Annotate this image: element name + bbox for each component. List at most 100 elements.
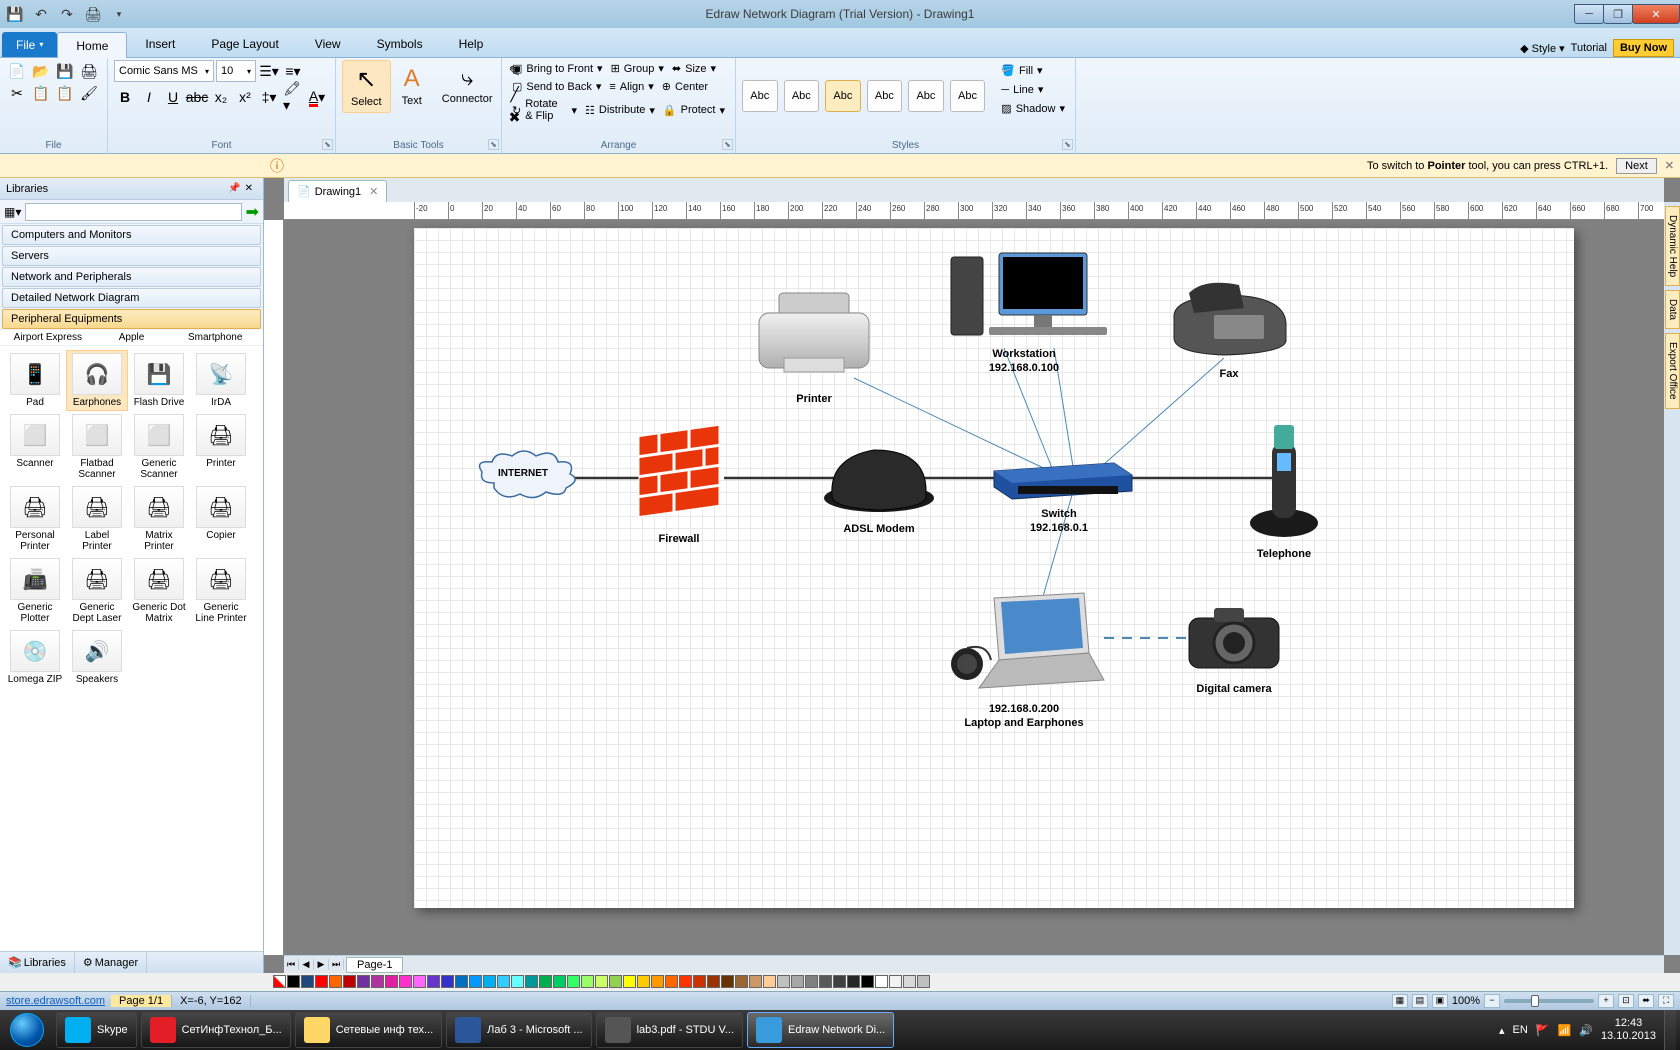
lib-category-4[interactable]: Peripheral Equipments xyxy=(2,309,261,329)
lib-item-personal-printer[interactable]: 🖨Personal Printer xyxy=(4,483,66,555)
zoom-out-button[interactable]: − xyxy=(1484,994,1500,1008)
view-mode-1-icon[interactable]: ▦ xyxy=(1392,994,1408,1008)
color-swatch-28[interactable] xyxy=(679,975,692,988)
qat-redo-icon[interactable]: ↷ xyxy=(56,3,78,25)
line-spacing-icon[interactable]: ‡▾ xyxy=(258,86,280,108)
paste-icon[interactable]: 📋 xyxy=(54,82,76,104)
side-tab-export[interactable]: Export Office xyxy=(1665,333,1680,409)
view-mode-2-icon[interactable]: ▤ xyxy=(1412,994,1428,1008)
color-swatch-5[interactable] xyxy=(357,975,370,988)
bullets-icon[interactable]: ☰▾ xyxy=(258,60,280,82)
protect-btn[interactable]: 🔒 Protect ▾ xyxy=(659,96,729,124)
tray-lang[interactable]: EN xyxy=(1513,1024,1528,1036)
lib-item-irda[interactable]: 📡IrDA xyxy=(190,350,252,411)
lib-item-flatbad-scanner[interactable]: ⬜Flatbad Scanner xyxy=(66,411,128,483)
color-swatch-15[interactable] xyxy=(497,975,510,988)
lib-category-3[interactable]: Detailed Network Diagram xyxy=(2,288,261,308)
start-button[interactable] xyxy=(0,1010,54,1050)
lib-item-lomega-zip[interactable]: 💿Lomega ZIP xyxy=(4,627,66,688)
bold-icon[interactable]: B xyxy=(114,86,136,108)
lib-item-earphones[interactable]: 🎧Earphones xyxy=(66,350,128,411)
lib-item-speakers[interactable]: 🔊Speakers xyxy=(66,627,128,688)
style-preset-2[interactable]: Abc xyxy=(784,80,820,112)
cut-icon[interactable]: ✂ xyxy=(6,82,28,104)
color-swatch-29[interactable] xyxy=(693,975,706,988)
node-modem[interactable]: ADSL Modem xyxy=(814,438,944,535)
color-swatch-6[interactable] xyxy=(371,975,384,988)
align-btn[interactable]: ≡ Align ▾ xyxy=(605,78,657,95)
color-swatch-16[interactable] xyxy=(511,975,524,988)
lib-top-1[interactable]: Apple xyxy=(90,332,174,343)
lib-item-generic-plotter[interactable]: 📠Generic Plotter xyxy=(4,555,66,627)
taskbar-item-3[interactable]: Лаб 3 - Microsoft ... xyxy=(446,1012,591,1048)
color-swatch-31[interactable] xyxy=(721,975,734,988)
page-next-icon[interactable]: ▶ xyxy=(314,959,329,970)
tray-volume-icon[interactable]: 🔊 xyxy=(1579,1024,1593,1037)
tray-clock[interactable]: 12:4313.10.2013 xyxy=(1601,1017,1656,1043)
color-swatch-4[interactable] xyxy=(343,975,356,988)
taskbar-item-2[interactable]: Сетевые инф тех... xyxy=(295,1012,442,1048)
tab-view[interactable]: View xyxy=(297,31,359,57)
maximize-button[interactable]: ❐ xyxy=(1603,4,1633,24)
style-preset-3[interactable]: Abc xyxy=(825,80,861,112)
lib-search-combo[interactable] xyxy=(25,203,241,221)
color-swatch-18[interactable] xyxy=(539,975,552,988)
tab-symbols[interactable]: Symbols xyxy=(359,31,441,57)
taskbar-item-0[interactable]: Skype xyxy=(56,1012,137,1048)
color-swatch-19[interactable] xyxy=(553,975,566,988)
side-tab-data[interactable]: Data xyxy=(1665,290,1680,329)
color-swatch-17[interactable] xyxy=(525,975,538,988)
node-printer[interactable]: Printer xyxy=(744,278,884,405)
color-swatch-13[interactable] xyxy=(469,975,482,988)
color-swatch-0[interactable] xyxy=(287,975,300,988)
color-swatch-24[interactable] xyxy=(623,975,636,988)
footer-tab-libraries[interactable]: 📚Libraries xyxy=(0,952,75,973)
line-btn[interactable]: ─ Line ▾ xyxy=(997,81,1069,98)
drawing-page[interactable]: INTERNET Firewall ADSL Modem Switch 192.… xyxy=(414,228,1574,908)
font-color-icon[interactable]: A▾ xyxy=(306,86,328,108)
color-swatch-40[interactable] xyxy=(847,975,860,988)
connector-tool[interactable]: ⤷Connector xyxy=(433,60,502,110)
bring-to-front[interactable]: ▣ Bring to Front ▾ xyxy=(508,60,607,77)
lib-add-icon[interactable]: ▦▾ xyxy=(4,205,21,219)
font-dialog-launcher[interactable]: ⬊ xyxy=(322,139,333,150)
canvas-viewport[interactable]: INTERNET Firewall ADSL Modem Switch 192.… xyxy=(284,220,1664,955)
numbering-icon[interactable]: ≡▾ xyxy=(282,60,304,82)
fit-page-icon[interactable]: ⊡ xyxy=(1618,994,1634,1008)
color-swatch-41[interactable] xyxy=(861,975,874,988)
footer-tab-manager[interactable]: ⚙Manager xyxy=(75,952,147,973)
color-swatch-10[interactable] xyxy=(427,975,440,988)
color-swatch-36[interactable] xyxy=(791,975,804,988)
color-swatch-33[interactable] xyxy=(749,975,762,988)
zoom-in-button[interactable]: + xyxy=(1598,994,1614,1008)
color-swatch-39[interactable] xyxy=(833,975,846,988)
close-button[interactable]: ✕ xyxy=(1632,4,1680,24)
format-painter-icon[interactable]: 🖌 xyxy=(78,82,100,104)
node-switch[interactable]: Switch 192.168.0.1 xyxy=(984,453,1134,534)
lib-item-matrix-printer[interactable]: 🖨Matrix Printer xyxy=(128,483,190,555)
view-mode-3-icon[interactable]: ▣ xyxy=(1432,994,1448,1008)
color-swatch-21[interactable] xyxy=(581,975,594,988)
page-tab-1[interactable]: Page-1 xyxy=(346,957,403,973)
panel-close-icon[interactable]: ✕ xyxy=(245,183,253,194)
tray-show-hidden-icon[interactable]: ▴ xyxy=(1499,1024,1505,1037)
tab-home[interactable]: Home xyxy=(57,32,127,58)
color-swatch-25[interactable] xyxy=(637,975,650,988)
color-swatch-26[interactable] xyxy=(651,975,664,988)
side-tab-dynamic-help[interactable]: Dynamic Help xyxy=(1665,206,1680,286)
lib-category-2[interactable]: Network and Peripherals xyxy=(2,267,261,287)
center-btn[interactable]: ⊕ Center xyxy=(658,78,712,95)
highlight-icon[interactable]: 🖍▾ xyxy=(282,86,304,108)
lib-category-1[interactable]: Servers xyxy=(2,246,261,266)
lib-item-scanner[interactable]: ⬜Scanner xyxy=(4,411,66,483)
taskbar-item-5[interactable]: Edraw Network Di... xyxy=(747,1012,894,1048)
lib-go-icon[interactable]: ➡ xyxy=(246,202,259,222)
color-swatch-35[interactable] xyxy=(777,975,790,988)
color-swatch-38[interactable] xyxy=(819,975,832,988)
page-prev-icon[interactable]: ◀ xyxy=(299,959,314,970)
lib-item-generic-scanner[interactable]: ⬜Generic Scanner xyxy=(128,411,190,483)
gray-swatch-1[interactable] xyxy=(889,975,902,988)
node-camera[interactable]: Digital camera xyxy=(1174,598,1294,695)
color-swatch-14[interactable] xyxy=(483,975,496,988)
gray-swatch-0[interactable] xyxy=(875,975,888,988)
